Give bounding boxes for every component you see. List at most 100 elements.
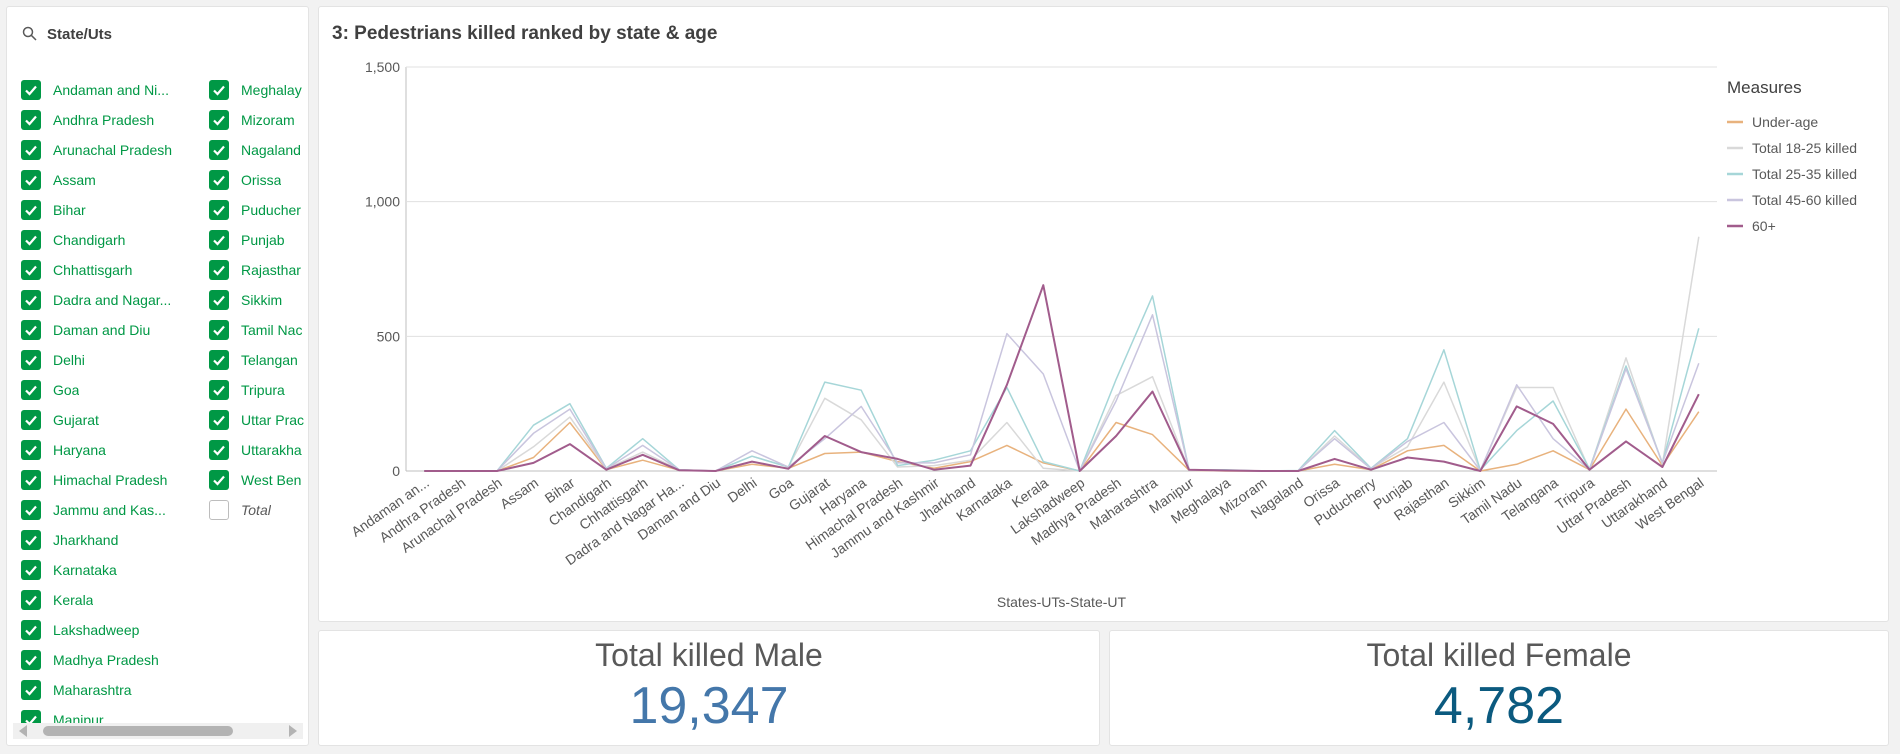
- filter-item[interactable]: Uttar Prac: [209, 405, 308, 435]
- scroll-right-icon[interactable]: [289, 725, 297, 737]
- filter-item[interactable]: Chandigarh: [21, 225, 181, 255]
- legend-item-label[interactable]: Total 18-25 killed: [1752, 140, 1857, 156]
- filter-item[interactable]: Mizoram: [209, 105, 308, 135]
- filter-item[interactable]: Andaman and Ni...: [21, 75, 181, 105]
- legend-item-label[interactable]: Under-age: [1752, 114, 1818, 130]
- filter-item[interactable]: Assam: [21, 165, 181, 195]
- checkbox-checked-icon[interactable]: [21, 620, 41, 640]
- filter-item[interactable]: Haryana: [21, 435, 181, 465]
- checkbox-checked-icon[interactable]: [21, 440, 41, 460]
- filter-item-label: Maharashtra: [53, 682, 132, 698]
- filter-item[interactable]: Uttarakha: [209, 435, 308, 465]
- checkbox-checked-icon[interactable]: [209, 230, 229, 250]
- legend-item-label[interactable]: Total 25-35 killed: [1752, 166, 1857, 182]
- filter-item[interactable]: Delhi: [21, 345, 181, 375]
- checkbox-checked-icon[interactable]: [21, 470, 41, 490]
- filter-item[interactable]: Orissa: [209, 165, 308, 195]
- filter-item[interactable]: Daman and Diu: [21, 315, 181, 345]
- checkbox-checked-icon[interactable]: [21, 530, 41, 550]
- filter-item[interactable]: Maharashtra: [21, 675, 181, 705]
- filter-item-label: Kerala: [53, 592, 94, 608]
- y-tick-label: 500: [377, 328, 401, 344]
- filter-item[interactable]: Tamil Nac: [209, 315, 308, 345]
- filter-item-label: Uttarakha: [241, 442, 302, 458]
- filter-item[interactable]: Rajasthar: [209, 255, 308, 285]
- filter-item[interactable]: Bihar: [21, 195, 181, 225]
- checkbox-checked-icon[interactable]: [21, 500, 41, 520]
- filter-item[interactable]: Chhattisgarh: [21, 255, 181, 285]
- series-line[interactable]: [424, 284, 1700, 472]
- filter-item[interactable]: Sikkim: [209, 285, 308, 315]
- checkbox-checked-icon[interactable]: [209, 140, 229, 160]
- filter-item[interactable]: Jharkhand: [21, 525, 181, 555]
- checkbox-checked-icon[interactable]: [209, 260, 229, 280]
- filter-item-label: Goa: [53, 382, 80, 398]
- filter-item[interactable]: Gujarat: [21, 405, 181, 435]
- checkbox-checked-icon[interactable]: [21, 200, 41, 220]
- checkbox-checked-icon[interactable]: [209, 320, 229, 340]
- checkbox-checked-icon[interactable]: [21, 140, 41, 160]
- checkbox-checked-icon[interactable]: [21, 680, 41, 700]
- filter-item-label: Total: [241, 502, 271, 518]
- filter-item[interactable]: Andhra Pradesh: [21, 105, 181, 135]
- filter-item[interactable]: Arunachal Pradesh: [21, 135, 181, 165]
- series-line[interactable]: [424, 295, 1700, 472]
- line-chart[interactable]: 05001,0001,500Andaman an...Andhra Prades…: [319, 7, 1890, 623]
- scroll-left-icon[interactable]: [19, 725, 27, 737]
- checkbox-checked-icon[interactable]: [209, 470, 229, 490]
- checkbox-checked-icon[interactable]: [21, 110, 41, 130]
- checkbox-checked-icon[interactable]: [21, 260, 41, 280]
- search-icon[interactable]: [21, 25, 39, 43]
- filter-item[interactable]: Jammu and Kas...: [21, 495, 181, 525]
- checkbox-checked-icon[interactable]: [21, 560, 41, 580]
- filter-item-label: Haryana: [53, 442, 106, 458]
- checkbox-checked-icon[interactable]: [209, 200, 229, 220]
- checkbox-checked-icon[interactable]: [21, 410, 41, 430]
- checkbox-checked-icon[interactable]: [21, 350, 41, 370]
- checkbox-checked-icon[interactable]: [209, 410, 229, 430]
- filter-item[interactable]: Total: [209, 495, 308, 525]
- filter-item[interactable]: Karnataka: [21, 555, 181, 585]
- filter-item[interactable]: Himachal Pradesh: [21, 465, 181, 495]
- filter-item[interactable]: Tripura: [209, 375, 308, 405]
- checkbox-checked-icon[interactable]: [209, 290, 229, 310]
- checkbox-checked-icon[interactable]: [21, 380, 41, 400]
- checkbox-checked-icon[interactable]: [21, 320, 41, 340]
- filter-item[interactable]: Telangan: [209, 345, 308, 375]
- filter-item-label: Jammu and Kas...: [53, 502, 166, 518]
- line-chart-panel: 3: Pedestrians killed ranked by state & …: [318, 6, 1889, 622]
- filter-item[interactable]: Madhya Pradesh: [21, 645, 181, 675]
- checkbox-checked-icon[interactable]: [209, 80, 229, 100]
- filter-item-label: Chhattisgarh: [53, 262, 133, 278]
- filter-item-label: Delhi: [53, 352, 85, 368]
- series-line[interactable]: [424, 314, 1700, 472]
- legend-item-label[interactable]: 60+: [1752, 218, 1776, 234]
- filter-item[interactable]: Dadra and Nagar...: [21, 285, 181, 315]
- checkbox-checked-icon[interactable]: [209, 440, 229, 460]
- filter-item[interactable]: Kerala: [21, 585, 181, 615]
- checkbox-checked-icon[interactable]: [21, 290, 41, 310]
- scrollbar-thumb[interactable]: [43, 726, 233, 736]
- checkbox-checked-icon[interactable]: [21, 170, 41, 190]
- series-line[interactable]: [424, 236, 1700, 472]
- filter-list-column-2: Meghalay Mizoram Nagaland Orissa Puducher Pun…: [209, 75, 308, 525]
- checkbox-checked-icon[interactable]: [21, 650, 41, 670]
- checkbox-checked-icon[interactable]: [21, 80, 41, 100]
- filter-item[interactable]: West Ben: [209, 465, 308, 495]
- checkbox-checked-icon[interactable]: [209, 170, 229, 190]
- checkbox-checked-icon[interactable]: [21, 590, 41, 610]
- checkbox-checked-icon[interactable]: [21, 230, 41, 250]
- checkbox-checked-icon[interactable]: [209, 110, 229, 130]
- filter-list-column-1: Andaman and Ni... Andhra Pradesh Arunachal…: [21, 75, 181, 735]
- checkbox-checked-icon[interactable]: [209, 380, 229, 400]
- horizontal-scrollbar[interactable]: [13, 723, 303, 739]
- filter-item[interactable]: Goa: [21, 375, 181, 405]
- filter-item[interactable]: Lakshadweep: [21, 615, 181, 645]
- checkbox-checked-icon[interactable]: [209, 350, 229, 370]
- filter-item[interactable]: Nagaland: [209, 135, 308, 165]
- filter-item[interactable]: Punjab: [209, 225, 308, 255]
- filter-item[interactable]: Meghalay: [209, 75, 308, 105]
- checkbox-unchecked-icon[interactable]: [209, 500, 229, 520]
- filter-item[interactable]: Puducher: [209, 195, 308, 225]
- legend-item-label[interactable]: Total 45-60 killed: [1752, 192, 1857, 208]
